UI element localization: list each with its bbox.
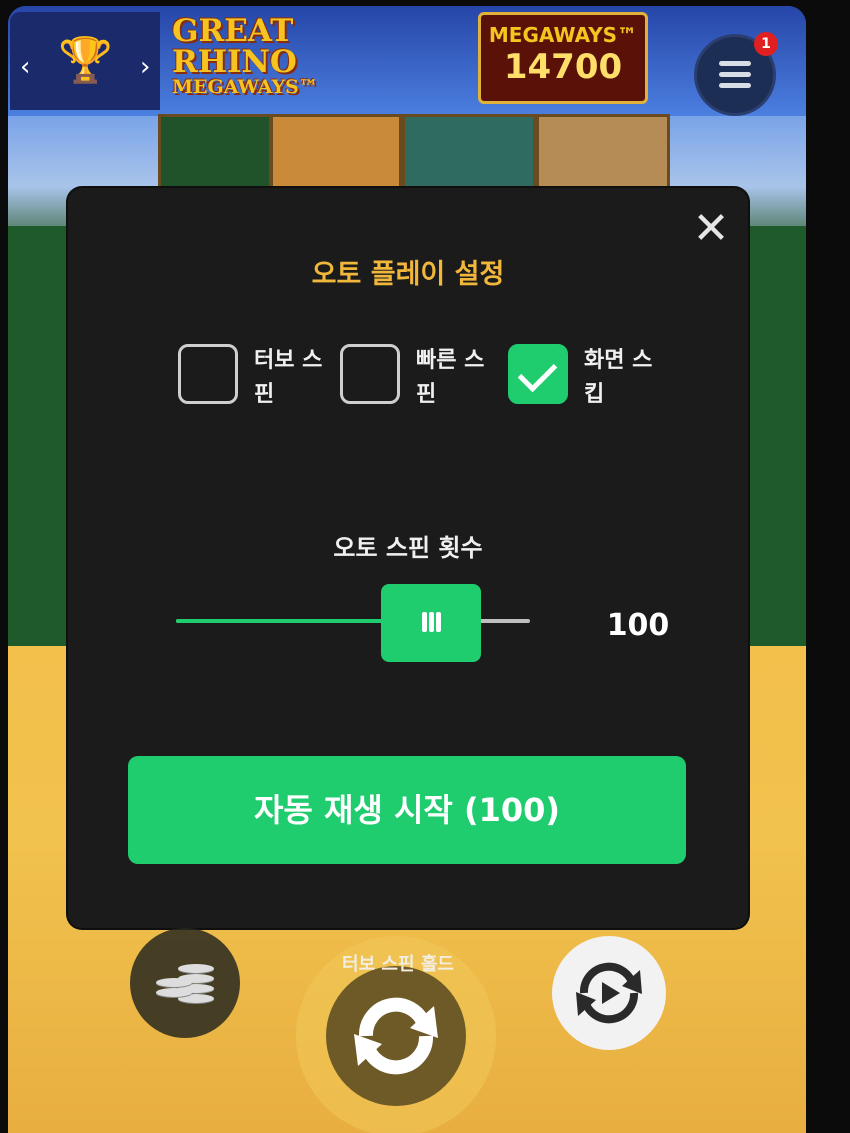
bet-coins-button[interactable]	[130, 928, 240, 1038]
menu-icon	[719, 61, 751, 94]
trophy-icon[interactable]: 🏆	[58, 34, 113, 86]
game-logo: GREAT RHINO MEGAWAYS™	[172, 16, 332, 108]
megaways-value: 14700	[503, 47, 623, 87]
autoplay-button[interactable]	[552, 936, 666, 1050]
quick-spin-label: 빠른 스핀	[416, 348, 485, 407]
turbo-spin-checkbox[interactable]	[178, 344, 238, 404]
chevron-left-icon[interactable]: ‹	[20, 52, 30, 82]
reel-column	[8, 226, 72, 646]
megaways-label: MEGAWAYS™	[488, 23, 638, 47]
skip-screens-label: 화면 스킵	[584, 348, 653, 407]
dialog-title: 오토 플레이 설정	[311, 259, 505, 290]
notification-badge: 1	[754, 32, 778, 56]
header-bar: ‹ 🏆 › GREAT RHINO MEGAWAYS™ MEGAWAYS™ 14…	[8, 6, 806, 116]
game-screen: ‹ 🏆 › GREAT RHINO MEGAWAYS™ MEGAWAYS™ 14…	[8, 6, 806, 1133]
start-autoplay-button[interactable]: 자동 재생 시작 (100)	[128, 756, 686, 864]
spin-icon	[326, 966, 466, 1106]
megaways-counter: MEGAWAYS™ 14700	[478, 12, 648, 104]
quick-spin-checkbox[interactable]	[340, 344, 400, 404]
logo-line-3: MEGAWAYS™	[172, 76, 318, 98]
turbo-spin-label: 터보 스핀	[254, 348, 323, 407]
close-icon[interactable]: ✕	[688, 206, 734, 252]
slider-handle[interactable]	[380, 584, 481, 662]
turbo-hold-label: 터보 스핀 홀드	[342, 954, 454, 975]
tournament-panel[interactable]: ‹ 🏆 ›	[10, 12, 160, 110]
chevron-right-icon[interactable]: ›	[140, 52, 150, 82]
autoplay-icon	[576, 962, 642, 1024]
logo-line-1: GREAT	[172, 13, 294, 49]
autoplay-dialog: ✕ 오토 플레이 설정 터보 스핀 빠른 스핀 화면 스킵 오토 스핀 횟수 1…	[68, 188, 748, 928]
logo-line-2: RHINO	[172, 44, 297, 80]
spin-count-value: 100	[606, 608, 670, 643]
reel-column	[740, 226, 806, 646]
skip-screens-checkbox[interactable]	[508, 344, 568, 404]
spin-count-title: 오토 스핀 횟수	[333, 534, 483, 562]
